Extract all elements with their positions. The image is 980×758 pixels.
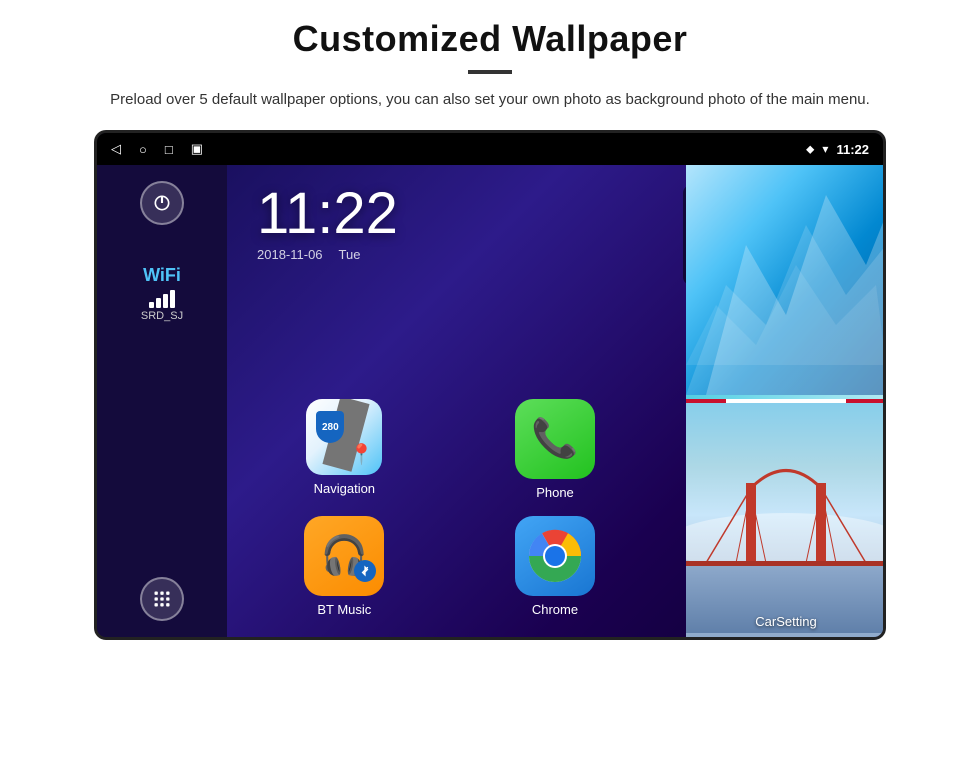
shield-number: 280	[322, 422, 339, 433]
map-shield: 280	[316, 411, 344, 443]
app-item-phone[interactable]: 📞 Phone	[458, 399, 653, 500]
chrome-label: Chrome	[532, 602, 578, 617]
bluetooth-badge	[354, 560, 376, 582]
date-display: 2018-11-06 Tue	[257, 247, 398, 262]
apps-button[interactable]	[140, 577, 184, 621]
back-icon[interactable]: ◁	[111, 141, 121, 157]
wifi-ssid: SRD_SJ	[141, 310, 183, 322]
clock-day: Tue	[339, 247, 361, 262]
wallpaper-separator	[686, 399, 883, 403]
app-item-navigation[interactable]: 280 📍 Navigation	[247, 399, 442, 500]
carsetting-label: CarSetting	[755, 614, 816, 629]
device-frame: ◁ ○ □ ▣ ⬥ ▾ 11:22	[94, 130, 886, 640]
app-item-chrome[interactable]: Chrome	[458, 516, 653, 617]
wallpaper-bottom[interactable]: CarSetting	[686, 403, 883, 637]
btmusic-app-icon[interactable]: 🎧	[304, 516, 384, 596]
page-title: Customized Wallpaper	[293, 18, 688, 60]
status-right: ⬥ ▾ 11:22	[806, 142, 869, 157]
screen-content: WiFi SRD_SJ	[97, 165, 883, 637]
btmusic-label: BT Music	[317, 602, 371, 617]
chrome-app-icon[interactable]	[515, 516, 595, 596]
wifi-bar-4	[170, 290, 175, 308]
wifi-bars	[149, 290, 175, 308]
left-sidebar: WiFi SRD_SJ	[97, 165, 227, 637]
time-widget: 11:22 2018-11-06 Tue	[257, 185, 398, 262]
title-divider	[468, 70, 512, 74]
wallpaper-panels: CarSetting	[686, 165, 883, 637]
status-bar: ◁ ○ □ ▣ ⬥ ▾ 11:22	[97, 133, 883, 165]
power-button[interactable]	[140, 181, 184, 225]
home-icon[interactable]: ○	[139, 142, 147, 157]
wifi-bar-2	[156, 298, 161, 308]
phone-icon: 📞	[531, 417, 578, 461]
nav-icons: ◁ ○ □ ▣	[111, 141, 203, 157]
gps-icon: ⬥	[806, 142, 814, 157]
wifi-widget: WiFi SRD_SJ	[141, 265, 183, 322]
page-subtitle: Preload over 5 default wallpaper options…	[110, 88, 870, 112]
bridge-wallpaper-svg	[686, 403, 883, 633]
phone-app-icon[interactable]: 📞	[515, 399, 595, 479]
navigation-label: Navigation	[314, 481, 375, 496]
wallpaper-top[interactable]	[686, 165, 883, 399]
app-item-btmusic[interactable]: 🎧 BT Music	[247, 516, 442, 617]
camera-icon[interactable]: ▣	[191, 141, 203, 157]
chrome-icon-svg	[527, 528, 583, 584]
clock-date: 2018-11-06	[257, 247, 323, 262]
wifi-status-icon: ▾	[822, 142, 828, 156]
bt-icon-container: 🎧	[321, 534, 368, 578]
status-time: 11:22	[836, 142, 869, 157]
phone-label: Phone	[536, 485, 574, 500]
recent-icon[interactable]: □	[165, 142, 173, 157]
wifi-bar-1	[149, 302, 154, 308]
ice-wallpaper-svg	[686, 165, 883, 395]
map-pin-icon: 📍	[349, 442, 374, 467]
clock-time: 11:22	[257, 185, 398, 243]
page-wrapper: Customized Wallpaper Preload over 5 defa…	[0, 0, 980, 758]
wifi-label: WiFi	[143, 265, 181, 286]
carsetting-area: CarSetting	[686, 614, 883, 629]
wifi-bar-3	[163, 294, 168, 308]
navigation-app-icon[interactable]: 280 📍	[306, 399, 382, 475]
